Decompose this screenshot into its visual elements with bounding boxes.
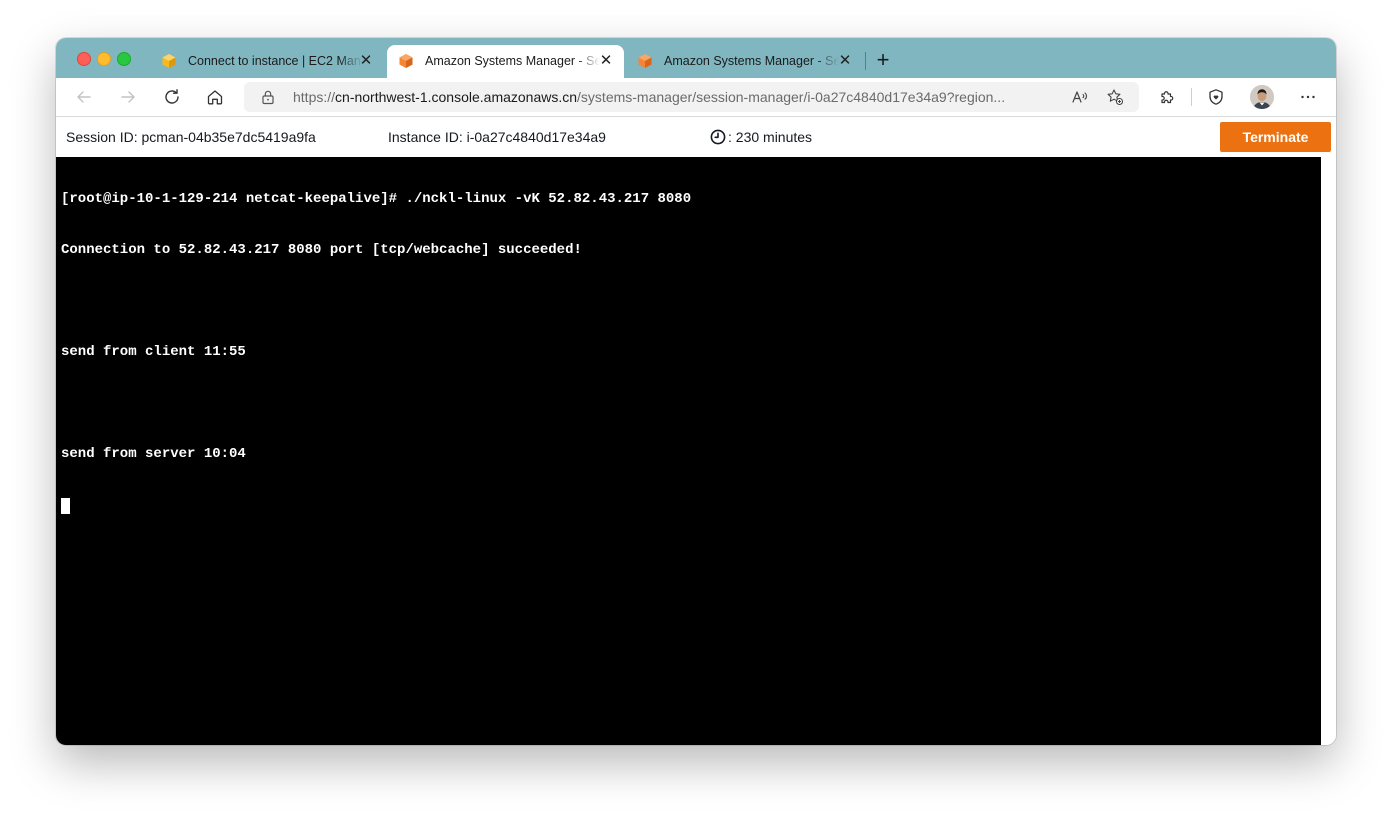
tab-separator (865, 52, 866, 70)
profile-avatar[interactable] (1250, 85, 1274, 109)
aws-ec2-cube-icon (162, 54, 176, 68)
more-horizontal-icon (1301, 95, 1315, 99)
terminal-cursor (61, 498, 70, 514)
url-path: /systems-manager/session-manager/i-0a27c… (577, 89, 1006, 105)
puzzle-icon (1161, 91, 1174, 104)
lock-icon[interactable] (260, 89, 276, 105)
terminal-scrollbar[interactable] (1321, 157, 1336, 745)
shield-heart-icon (1209, 89, 1223, 105)
instance-id: Instance ID: i-0a27c4840d17e34a9 (388, 129, 606, 145)
extensions-button[interactable] (1155, 85, 1179, 109)
terminate-button[interactable]: Terminate (1220, 122, 1331, 152)
refresh-icon (165, 89, 179, 104)
url-scheme: https:// (293, 89, 336, 105)
add-favorite-icon[interactable] (1106, 88, 1124, 106)
browser-window: Connect to instance | EC2 Management Con… (56, 38, 1336, 745)
terminal-line: send from client 11:55 (61, 344, 246, 360)
tab-title: Amazon Systems Manager - Session Manager (425, 54, 600, 68)
terminal-cursor-line (61, 497, 691, 514)
minimize-window-button[interactable] (97, 52, 111, 66)
close-tab-icon[interactable]: ✕ (598, 53, 614, 69)
close-tab-icon[interactable]: ✕ (358, 53, 374, 69)
tab-strip: Connect to instance | EC2 Management Con… (56, 38, 1336, 78)
timer-text: : 230 minutes (728, 129, 813, 145)
clock-icon (710, 129, 726, 145)
session-header: Session ID: pcman-04b35e7dc5419a9fa Inst… (56, 117, 1336, 157)
url-text[interactable]: https://cn-northwest-1.console.amazonaws… (293, 89, 1073, 105)
arrow-right-icon (121, 91, 135, 103)
home-button[interactable] (203, 85, 227, 109)
browser-toolbar: https://cn-northwest-1.console.amazonaws… (56, 78, 1336, 117)
aws-ssm-cube-icon (638, 54, 652, 68)
new-tab-button[interactable]: + (873, 49, 893, 71)
tab-systems-manager-active[interactable]: Amazon Systems Manager - Session Manager… (387, 45, 624, 78)
back-button[interactable] (72, 85, 96, 109)
close-tab-icon[interactable]: ✕ (837, 53, 853, 69)
address-bar[interactable]: https://cn-northwest-1.console.amazonaws… (244, 82, 1139, 112)
terminal-area[interactable]: [root@ip-10-1-129-214 netcat-keepalive]#… (56, 157, 1321, 745)
read-aloud-icon[interactable] (1071, 88, 1089, 106)
browser-essentials-button[interactable] (1204, 85, 1228, 109)
tab-title: Connect to instance | EC2 Management Con… (188, 54, 363, 68)
url-host: cn-northwest-1.console.amazonaws.cn (335, 89, 578, 105)
home-icon (207, 90, 223, 105)
terminal-line: [root@ip-10-1-129-214 netcat-keepalive]#… (61, 191, 692, 207)
session-id: Session ID: pcman-04b35e7dc5419a9fa (66, 129, 316, 145)
aws-ssm-cube-icon (399, 54, 413, 68)
refresh-button[interactable] (160, 85, 184, 109)
tab-title: Amazon Systems Manager - Session Manager (664, 54, 839, 68)
tab-systems-manager[interactable]: Amazon Systems Manager - Session Manager… (626, 45, 863, 78)
terminal-output: [root@ip-10-1-129-214 netcat-keepalive]#… (61, 157, 691, 548)
tab-connect-to-instance[interactable]: Connect to instance | EC2 Management Con… (150, 45, 384, 78)
toolbar-divider (1191, 88, 1192, 106)
terminal-line: send from server 10:04 (61, 446, 246, 462)
settings-more-button[interactable] (1296, 85, 1320, 109)
close-window-button[interactable] (77, 52, 91, 66)
arrow-left-icon (77, 91, 91, 103)
terminal-line: Connection to 52.82.43.217 8080 port [tc… (61, 242, 582, 258)
zoom-window-button[interactable] (117, 52, 131, 66)
user-avatar-icon (1250, 85, 1274, 109)
session-timer: : 230 minutes (710, 129, 812, 145)
forward-button[interactable] (116, 85, 140, 109)
